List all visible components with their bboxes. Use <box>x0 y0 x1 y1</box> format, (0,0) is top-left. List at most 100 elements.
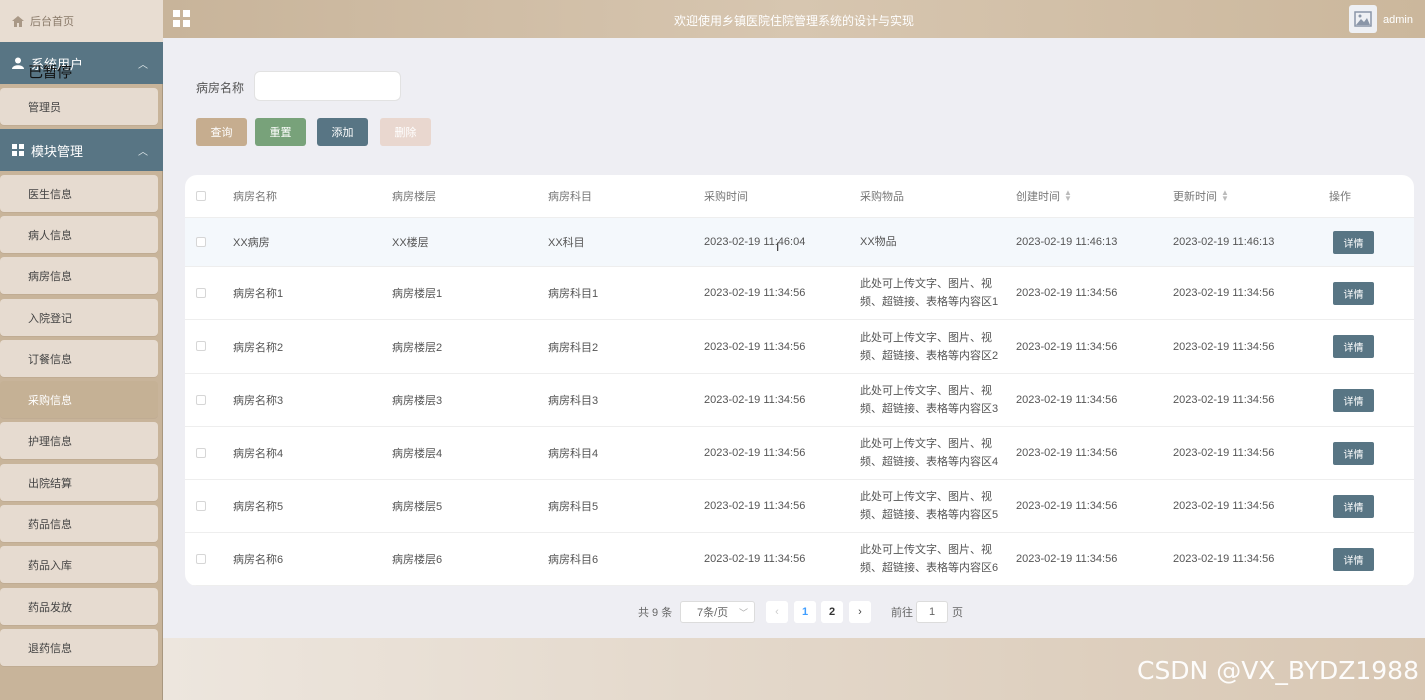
query-button[interactable]: 查询 <box>196 118 247 146</box>
cell-text: 病房科目6 <box>548 554 599 566</box>
sort-icon: ▲ ▼ <box>1064 188 1072 203</box>
sidebar-item-purchase-info[interactable]: 采购信息 <box>0 381 158 418</box>
goto-page-input[interactable]: 1 <box>916 601 948 623</box>
cell-text: 病房楼层5 <box>392 501 443 513</box>
sidebar-item-drug-info[interactable]: 药品信息 <box>0 505 158 542</box>
table-cell-purchase-time: 2023-02-19 11:34:56 <box>704 374 805 426</box>
detail-button[interactable]: 详情 <box>1333 230 1374 254</box>
sidebar-item-doctor-info[interactable]: 医生信息 <box>0 175 158 212</box>
watermark: CSDN @VX_BYDZ1988 <box>1136 656 1419 685</box>
row-checkbox[interactable] <box>196 447 206 458</box>
row-checkbox[interactable] <box>196 500 206 511</box>
cell-text: 病房科目4 <box>548 448 599 460</box>
cell-text: 2023-02-19 11:34:56 <box>1173 287 1275 299</box>
username[interactable]: admin <box>1383 14 1413 26</box>
column-header: 创建时间 <box>1016 191 1060 203</box>
table-cell-items: 此处可上传文字、图片、视频、超链接、表格等内容区4 <box>860 427 1005 479</box>
cell-text: 此处可上传文字、图片、视频、超链接、表格等内容区6 <box>860 544 999 574</box>
home-icon <box>12 15 24 27</box>
sidebar-item-label: 药品发放 <box>28 601 72 614</box>
cell-text: 2023-02-19 11:34:56 <box>704 394 806 406</box>
cell-text: 2023-02-19 11:34:56 <box>1173 394 1275 406</box>
sidebar-item-admission[interactable]: 入院登记 <box>0 299 158 336</box>
table-row: 病房名称4 病房楼层4 病房科目4 2023-02-19 11:34:56 此处可上传文… <box>185 427 1414 480</box>
add-button[interactable]: 添加 <box>317 118 368 146</box>
avatar[interactable] <box>1349 5 1377 33</box>
table-row: XX病房 XX楼层 XX科目 2023-02-19 11:46:04 XX物品 2023-… <box>185 218 1414 267</box>
sortable-column-updated[interactable]: 更新时间 ▲ ▼ <box>1173 175 1229 217</box>
sidebar-item-label: 药品信息 <box>28 518 72 531</box>
detail-button[interactable]: 详情 <box>1333 547 1374 571</box>
table-cell-items: 此处可上传文字、图片、视频、超链接、表格等内容区5 <box>860 480 1005 532</box>
table-cell-items: XX物品 <box>860 218 1005 266</box>
sidebar-item-label: 管理员 <box>28 101 61 114</box>
sidebar-item-patient-info[interactable]: 病人信息 <box>0 216 158 253</box>
sidebar-item-drug-return[interactable]: 退药信息 <box>0 629 158 666</box>
row-checkbox[interactable] <box>196 553 206 564</box>
reset-button[interactable]: 重置 <box>255 118 306 146</box>
column-header: 更新时间 <box>1173 191 1217 203</box>
table-cell-updated: 2023-02-19 11:34:56 <box>1173 427 1274 479</box>
table-cell-purchase-time: 2023-02-19 11:34:56 <box>704 480 805 532</box>
cell-text: 此处可上传文字、图片、视频、超链接、表格等内容区4 <box>860 438 999 468</box>
cell-text: 病房楼层3 <box>392 395 443 407</box>
cell-text: XX物品 <box>860 236 897 248</box>
sidebar-item-admin[interactable]: 管理员 <box>0 88 158 125</box>
next-page-button[interactable]: › <box>849 601 871 623</box>
row-checkbox[interactable] <box>196 341 206 351</box>
page-1-button[interactable]: 1 <box>794 601 816 623</box>
cell-text: 2023-02-19 11:46:04 <box>704 236 806 248</box>
table-cell-name: 病房名称2 <box>233 320 283 373</box>
cell-text: 2023-02-19 11:34:56 <box>704 340 806 353</box>
row-checkbox[interactable] <box>196 287 206 298</box>
detail-button[interactable]: 详情 <box>1333 388 1374 412</box>
table-cell-floor: XX楼层 <box>392 218 429 266</box>
cell-text: 2023-02-19 11:34:56 <box>704 287 806 299</box>
chevron-right-icon: › <box>858 606 862 618</box>
sidebar-group-module-management[interactable]: 模块管理 ︿ <box>0 129 163 171</box>
table-cell-name: 病房名称6 <box>233 533 283 585</box>
detail-button[interactable]: 详情 <box>1333 281 1374 305</box>
select-all-checkbox[interactable] <box>196 191 206 201</box>
sidebar-item-label: 出院结算 <box>28 477 72 490</box>
chevron-up-icon: ︿ <box>138 147 148 158</box>
sidebar-item-label: 药品入库 <box>28 559 72 572</box>
sortable-column-created[interactable]: 创建时间 ▲ ▼ <box>1016 175 1072 217</box>
sidebar-item-ward-info[interactable]: 病房信息 <box>0 257 158 294</box>
cell-text: 病房名称6 <box>233 554 284 566</box>
row-checkbox[interactable] <box>196 236 206 247</box>
table-row: 病房名称2 病房楼层2 病房科目2 2023-02-19 11:34:56 此处可上传文… <box>185 320 1414 374</box>
prev-page-button[interactable]: ‹ <box>766 601 788 623</box>
sidebar-item-drug-stock-in[interactable]: 药品入库 <box>0 546 158 583</box>
table-cell-purchase-time: 2023-02-19 11:46:04 <box>704 218 805 266</box>
table-cell-floor: 病房楼层4 <box>392 427 442 479</box>
cell-text: 2023-02-19 11:34:56 <box>704 553 806 565</box>
ward-name-search-input[interactable] <box>254 71 401 101</box>
detail-button[interactable]: 详情 <box>1333 494 1374 518</box>
row-checkbox[interactable] <box>196 394 206 405</box>
delete-button[interactable]: 删除 <box>380 118 431 146</box>
page-size-select[interactable]: 7条/页 ﹀ <box>680 601 755 623</box>
column-header: 病房科目 <box>548 191 592 203</box>
column-header: 病房名称 <box>233 191 277 203</box>
table-cell-updated: 2023-02-19 11:34:56 <box>1173 320 1274 373</box>
sidebar-item-drug-dispense[interactable]: 药品发放 <box>0 588 158 625</box>
sidebar-item-meal-order[interactable]: 订餐信息 <box>0 340 158 377</box>
cell-text: 此处可上传文字、图片、视频、超链接、表格等内容区3 <box>860 385 999 415</box>
page-2-button[interactable]: 2 <box>821 601 843 623</box>
cell-text: 病房楼层6 <box>392 554 443 566</box>
detail-button[interactable]: 详情 <box>1333 335 1374 358</box>
cell-text: 2023-02-19 11:34:56 <box>1173 340 1275 353</box>
sidebar-home-link[interactable]: 后台首页 <box>0 0 163 42</box>
sidebar-group-system-users[interactable]: 系统用户 ︿ <box>0 42 163 84</box>
sidebar-group-label: 模块管理 <box>31 143 84 159</box>
sidebar-item-discharge[interactable]: 出院结算 <box>0 464 158 501</box>
sidebar-item-nursing-info[interactable]: 护理信息 <box>0 422 158 459</box>
table-cell-updated: 2023-02-19 11:34:56 <box>1173 533 1274 585</box>
detail-button[interactable]: 详情 <box>1333 441 1374 465</box>
cell-text: 此处可上传文字、图片、视频、超链接、表格等内容区1 <box>860 278 999 308</box>
table-cell-name: 病房名称5 <box>233 480 283 532</box>
table-cell-floor: 病房楼层1 <box>392 267 442 319</box>
table-cell-updated: 2023-02-19 11:46:13 <box>1173 218 1274 266</box>
cell-text: 病房科目3 <box>548 395 599 407</box>
